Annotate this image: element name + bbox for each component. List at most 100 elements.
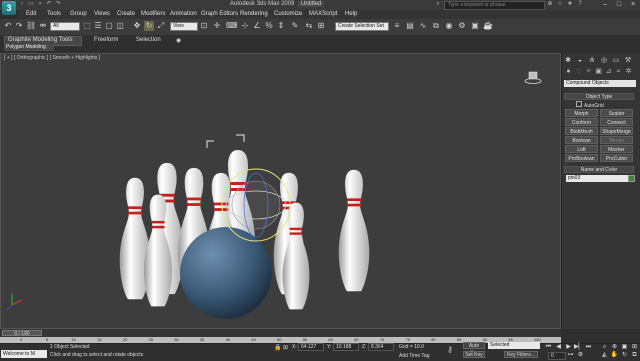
motion-tab-icon[interactable]: ◎ [599,56,609,65]
select-object-icon[interactable]: ⬚ [82,21,92,31]
menu-maxscript[interactable]: MAXScript [309,11,337,17]
set-key-button[interactable]: Set Key [463,351,485,358]
angle-snap-icon[interactable]: ∠ [252,21,262,31]
loft-button[interactable]: Loft [565,145,598,153]
select-by-name-icon[interactable]: ☰ [93,21,103,31]
autogrid-checkbox[interactable]: AutoGrid [576,101,604,109]
lights-icon[interactable]: ✧ [584,67,593,76]
render-setup-icon[interactable]: ⚙ [457,21,467,31]
select-move-icon[interactable]: ✥ [132,21,142,31]
auto-key-button[interactable]: Auto Key [463,342,485,356]
keyboard-shortcut-icon[interactable]: ⌨ [226,21,238,31]
select-scale-icon[interactable]: ⤢ [156,21,166,31]
field-of-view-icon[interactable]: ◭ [600,352,609,359]
menu-views[interactable]: Views [94,11,110,17]
spinner-snap-icon[interactable]: ⇕ [276,21,286,31]
x-coordinate-field[interactable]: 64.127 [298,343,324,351]
orbit-icon[interactable]: ↻ [620,352,629,359]
time-config-icon[interactable]: ⚙ [576,352,585,359]
rotate-gizmo[interactable] [221,168,291,242]
utilities-tab-icon[interactable]: ⚒ [623,56,633,65]
material-editor-icon[interactable]: ◉ [444,21,454,31]
maximize-button[interactable]: □ [612,0,626,9]
hierarchy-tab-icon[interactable]: ⋔ [587,56,597,65]
zoom-extents-all-icon[interactable]: ⊞ [630,344,639,351]
curve-editor-icon[interactable]: ∿ [418,21,428,31]
undo-toolbar-icon[interactable]: ↶ [3,21,13,31]
lock-selection-icon[interactable]: 🔒 [274,344,282,351]
key-filters-button[interactable]: Key Filters... [504,351,538,358]
link-icon[interactable]: ⛓ [26,21,36,31]
zoom-extents-icon[interactable]: ▣ [620,344,629,351]
communication-center-icon[interactable]: ☆ [556,1,564,8]
percent-snap-icon[interactable]: % [264,21,274,31]
blobmesh-button[interactable]: BlobMesh [565,127,598,135]
close-button[interactable]: × [626,0,640,9]
proboolean-button[interactable]: ProBoolean [565,154,598,162]
systems-icon[interactable]: ✲ [624,67,633,76]
play-icon[interactable]: ▶ [564,344,573,351]
name-and-color-rollout[interactable]: Name and Color [564,166,634,173]
menu-rendering[interactable]: Rendering [240,11,268,17]
selection-region-icon[interactable]: ▢ [104,21,114,31]
open-file-icon[interactable]: ▭ [27,1,35,8]
new-file-icon[interactable]: ▫ [18,1,26,8]
go-to-end-icon[interactable]: ⏭ [584,344,593,351]
shapes-icon[interactable]: ◌ [574,67,583,76]
helpers-icon[interactable]: ⊿ [604,67,613,76]
menu-animation[interactable]: Animation [170,11,197,17]
zoom-icon[interactable]: ⌕ [600,344,609,351]
named-selection-sets-dropdown[interactable]: Create Selection Set [335,22,389,31]
help-icon[interactable]: ? [576,1,584,8]
previous-frame-icon[interactable]: ◀ [554,344,563,351]
pan-view-icon[interactable]: ✋ [610,352,619,359]
snaps-toggle-icon[interactable]: ⊹ [240,21,250,31]
terrain-button[interactable]: Terrain [600,136,633,144]
menu-customize[interactable]: Customize [274,11,302,17]
rendered-frame-icon[interactable]: ▣ [470,21,480,31]
time-slider[interactable] [0,329,561,337]
absolute-mode-icon[interactable]: ⊞ [283,344,291,351]
redo-icon[interactable]: ↷ [54,1,62,8]
menu-help[interactable]: Help [345,11,357,17]
bowling-pin[interactable] [338,169,370,292]
favorites-icon[interactable]: ★ [566,1,574,8]
unlink-icon[interactable]: ⚮ [38,21,48,31]
app-menu-button[interactable]: 3 [2,1,16,15]
object-name-field[interactable]: pin03 [566,175,628,182]
polygon-modeling-panel[interactable]: Polygon Modeling [4,44,54,51]
current-frame-field[interactable]: 0 [548,352,566,360]
tab-selection[interactable]: Selection [136,37,161,43]
reference-coordinate-dropdown[interactable]: View [170,22,198,31]
pivot-center-icon[interactable]: ⊡ [199,21,209,31]
key-mode-toggle-icon[interactable]: ⊶ [566,352,575,359]
search-input[interactable]: Type a keyword or phrase [444,1,545,10]
cameras-icon[interactable]: ▣ [594,67,603,76]
selection-filter-dropdown[interactable]: All [50,22,80,31]
align-icon[interactable]: ⊞ [316,21,326,31]
checkbox-box[interactable] [576,101,582,107]
select-rotate-icon[interactable]: ↻ [144,21,154,31]
modify-tab-icon[interactable]: ◒ [575,56,585,65]
conform-button[interactable]: Conform [565,118,598,126]
create-tab-icon[interactable]: ✱ [563,56,573,65]
window-crossing-icon[interactable]: ◫ [115,21,125,31]
morph-button[interactable]: Morph [565,109,598,117]
ribbon-minimize-icon[interactable]: ◉ [176,37,181,44]
menu-edit[interactable]: Edit [26,11,36,17]
menu-create[interactable]: Create [117,11,135,17]
menu-graph-editors[interactable]: Graph Editors [201,11,238,17]
binoculars-icon[interactable]: ⌕ [434,1,442,8]
minimize-button[interactable]: – [598,0,612,9]
zoom-all-icon[interactable]: ⊕ [610,344,619,351]
geometry-icon[interactable]: ● [564,67,573,76]
key-icon[interactable]: ⚷ [447,345,461,354]
save-file-icon[interactable]: ▪ [36,1,44,8]
render-production-icon[interactable]: ☕ [483,21,493,31]
menu-group[interactable]: Group [70,11,87,17]
category-dropdown[interactable]: Compound Objects [564,80,636,87]
mesher-button[interactable]: Mesher [600,145,633,153]
connect-button[interactable]: Connect [600,118,633,126]
edit-named-selection-icon[interactable]: ✎ [290,21,300,31]
redo-toolbar-icon[interactable]: ↷ [14,21,24,31]
